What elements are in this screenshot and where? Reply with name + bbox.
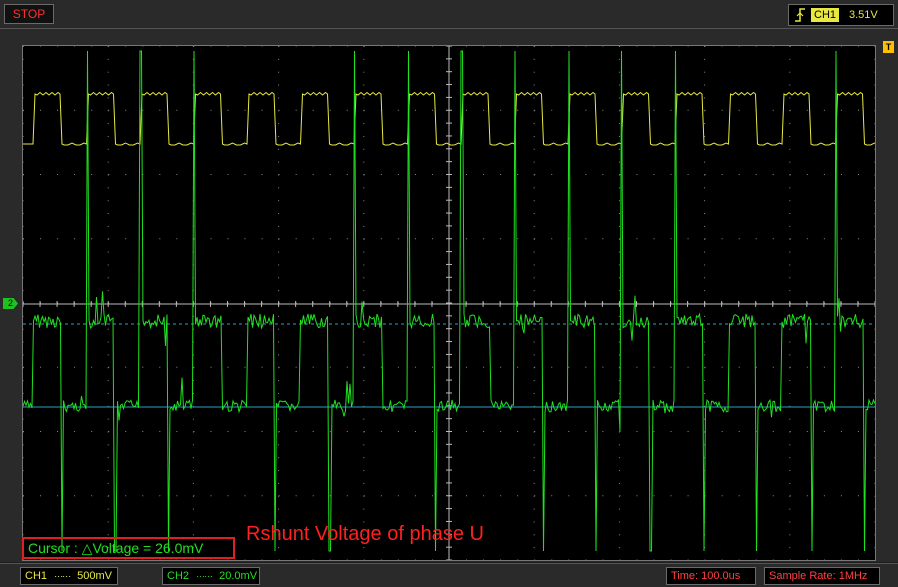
sample-rate-value: Sample Rate: 1MHz bbox=[769, 570, 868, 582]
cursor-readout: Cursor : △Voltage = 26.0mV bbox=[22, 537, 235, 559]
trigger-info[interactable]: CH1 3.51V bbox=[788, 4, 894, 26]
ch1-label: CH1 bbox=[25, 570, 48, 582]
ch2-label: CH2 bbox=[167, 570, 190, 582]
timebase-value: Time: 100.0us bbox=[671, 570, 741, 582]
trigger-position-marker[interactable]: T bbox=[883, 41, 894, 53]
ch1-scale-info[interactable]: CH1 ⋯⋯ 500mV bbox=[20, 567, 118, 585]
grid bbox=[23, 46, 875, 560]
sample-rate-info[interactable]: Sample Rate: 1MHz bbox=[764, 567, 880, 585]
timebase-info[interactable]: Time: 100.0us bbox=[666, 567, 756, 585]
trigger-channel: CH1 bbox=[811, 8, 840, 22]
top-status-bar: STOP CH1 3.51V bbox=[0, 0, 898, 29]
dc-coupling-icon: ⋯⋯ bbox=[54, 571, 71, 581]
waveform-display[interactable] bbox=[22, 45, 876, 561]
waveform-svg bbox=[23, 46, 875, 560]
ch1-scale: 500mV bbox=[77, 570, 112, 582]
rising-edge-icon bbox=[795, 8, 805, 22]
ch2-scale-info[interactable]: CH2 ⋯⋯ 20.0mV bbox=[162, 567, 260, 585]
bottom-status-bar: CH1 ⋯⋯ 500mV CH2 ⋯⋯ 20.0mV Time: 100.0us… bbox=[0, 563, 898, 587]
trigger-level: 3.51V bbox=[849, 9, 878, 21]
annotation-label: Rshunt Voltage of phase U bbox=[246, 523, 484, 545]
ch2-scale: 20.0mV bbox=[219, 570, 258, 582]
run-stop-status[interactable]: STOP bbox=[4, 4, 54, 24]
dc-coupling-icon: ⋯⋯ bbox=[196, 571, 213, 581]
